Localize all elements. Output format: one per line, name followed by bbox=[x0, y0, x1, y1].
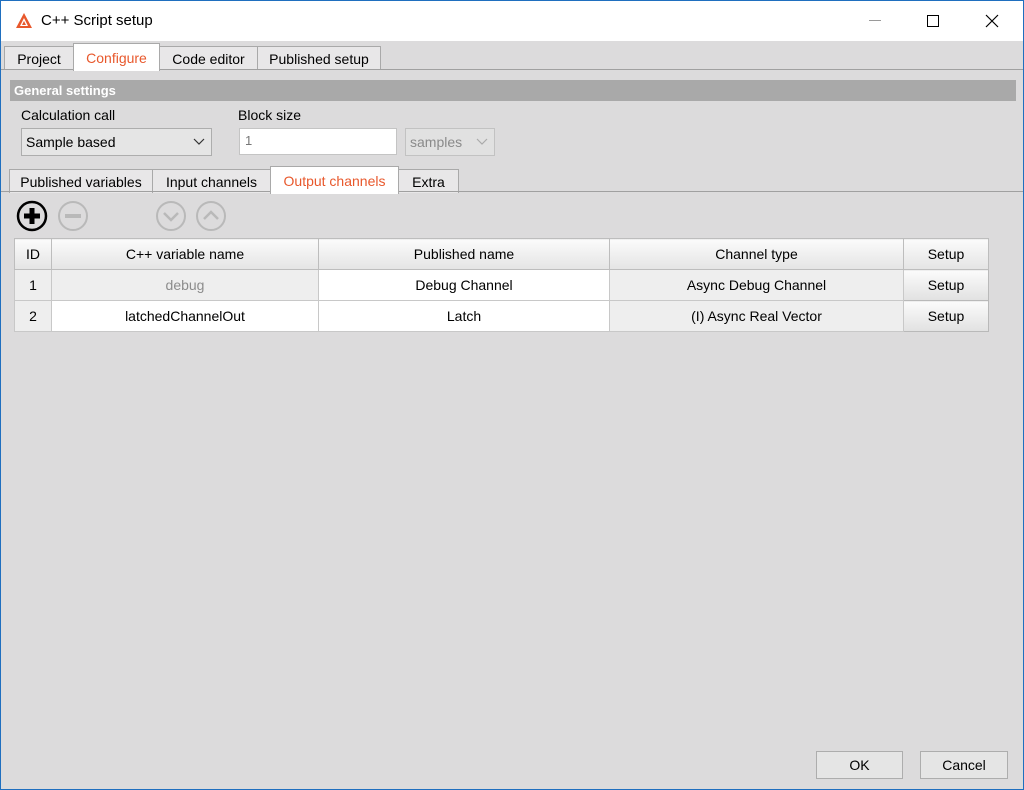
setup-button[interactable]: Setup bbox=[903, 269, 989, 301]
calculation-call-value: Sample based bbox=[26, 134, 116, 150]
tab-label: Project bbox=[17, 51, 61, 67]
row-id: 2 bbox=[14, 300, 52, 332]
chevron-down-icon bbox=[193, 129, 205, 163]
column-header-id[interactable]: ID bbox=[14, 238, 52, 270]
variable-name-cell[interactable]: latchedChannelOut bbox=[51, 300, 319, 332]
tab-project[interactable]: Project bbox=[4, 46, 74, 70]
tab-label: Code editor bbox=[172, 51, 245, 67]
channel-type-cell[interactable]: (I) Async Real Vector bbox=[609, 300, 904, 332]
column-header-published-name[interactable]: Published name bbox=[318, 238, 610, 270]
close-icon bbox=[985, 14, 999, 28]
tab-label: Output channels bbox=[283, 173, 386, 189]
dewesoft-logo-icon bbox=[15, 12, 33, 30]
maximize-button[interactable] bbox=[904, 1, 962, 41]
ok-button[interactable]: OK bbox=[816, 751, 903, 779]
block-size-input[interactable]: 1 bbox=[239, 128, 397, 155]
table-row: 2 latchedChannelOut Latch (I) Async Real… bbox=[14, 300, 989, 332]
calculation-call-label: Calculation call bbox=[21, 107, 116, 123]
block-size-unit-value: samples bbox=[410, 134, 463, 150]
general-settings-header: General settings bbox=[10, 80, 1016, 101]
tab-configure[interactable]: Configure bbox=[73, 43, 160, 71]
table-header-row: ID C++ variable name Published name Chan… bbox=[14, 238, 989, 270]
output-channels-table: ID C++ variable name Published name Chan… bbox=[14, 238, 989, 332]
row-id: 1 bbox=[14, 269, 52, 301]
maximize-icon bbox=[927, 15, 939, 27]
add-circle-icon[interactable] bbox=[16, 200, 48, 232]
sub-tab-divider bbox=[1, 191, 1023, 192]
channel-type-cell[interactable]: Async Debug Channel bbox=[609, 269, 904, 301]
tab-published-variables[interactable]: Published variables bbox=[9, 169, 153, 193]
tab-label: Input channels bbox=[165, 174, 258, 190]
tab-label: Extra bbox=[412, 174, 445, 190]
tab-code-editor[interactable]: Code editor bbox=[159, 46, 258, 70]
variable-name-cell[interactable]: debug bbox=[51, 269, 319, 301]
close-button[interactable] bbox=[963, 1, 1021, 41]
block-size-unit-select[interactable]: samples bbox=[405, 128, 495, 156]
chevron-down-icon bbox=[476, 129, 488, 163]
tab-label: Published setup bbox=[269, 51, 369, 67]
tab-label: Published variables bbox=[20, 174, 142, 190]
tab-output-channels[interactable]: Output channels bbox=[270, 166, 399, 194]
tab-published-setup[interactable]: Published setup bbox=[257, 46, 381, 70]
tab-extra[interactable]: Extra bbox=[398, 169, 459, 193]
script-setup-window: C++ Script setup Project Configure Code … bbox=[0, 0, 1024, 790]
move-up-circle-icon[interactable] bbox=[195, 200, 226, 231]
block-size-label: Block size bbox=[238, 107, 302, 123]
table-row: 1 debug Debug Channel Async Debug Channe… bbox=[14, 269, 989, 301]
cancel-button[interactable]: Cancel bbox=[920, 751, 1008, 779]
minimize-button[interactable] bbox=[846, 1, 904, 41]
remove-circle-icon[interactable] bbox=[57, 200, 88, 231]
sub-tab-bar: Published variables Input channels Outpu… bbox=[1, 165, 1023, 194]
tab-input-channels[interactable]: Input channels bbox=[152, 169, 271, 193]
column-header-variable-name[interactable]: C++ variable name bbox=[51, 238, 319, 270]
calculation-call-select[interactable]: Sample based bbox=[21, 128, 212, 156]
tab-label: Configure bbox=[86, 50, 147, 66]
column-header-channel-type[interactable]: Channel type bbox=[609, 238, 904, 270]
move-down-circle-icon[interactable] bbox=[155, 200, 186, 231]
setup-button[interactable]: Setup bbox=[903, 300, 989, 332]
window-title: C++ Script setup bbox=[41, 12, 153, 29]
main-tab-bar: Project Configure Code editor Published … bbox=[1, 42, 1023, 71]
minimize-icon bbox=[869, 20, 881, 22]
published-name-cell[interactable]: Debug Channel bbox=[318, 269, 610, 301]
published-name-cell[interactable]: Latch bbox=[318, 300, 610, 332]
column-header-setup[interactable]: Setup bbox=[903, 238, 989, 270]
title-bar: C++ Script setup bbox=[1, 1, 1023, 41]
